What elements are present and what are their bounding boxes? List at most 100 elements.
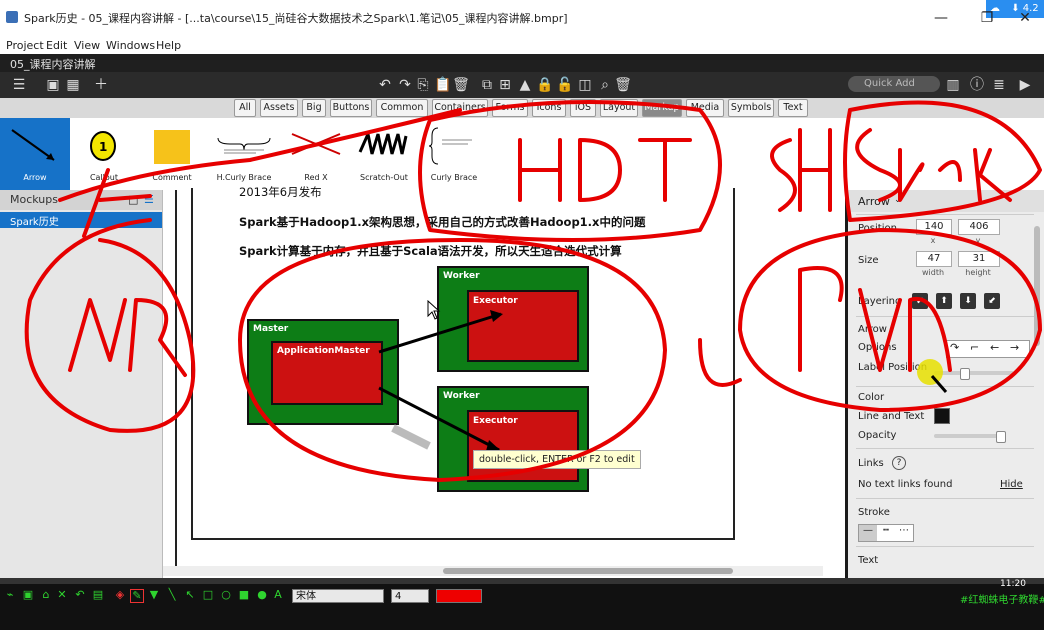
scrollbar-thumb[interactable] [443,568,733,574]
bring-forward-icon[interactable]: ⬆ [936,293,952,309]
bring-front-icon[interactable]: ▲ [516,76,534,94]
pencil-icon[interactable]: ✎ [130,589,144,603]
filled-ellipse-icon[interactable]: ● [256,589,268,601]
undo-pen-icon[interactable]: ↶ [74,589,86,601]
clear-icon[interactable]: ✕ [56,589,68,601]
filter-layout[interactable]: Layout [600,99,638,117]
opacity-knob[interactable] [996,431,1006,443]
search-icon[interactable]: ⌕ [596,76,614,94]
horizontal-scrollbar[interactable] [163,566,823,576]
label-position-slider[interactable] [934,371,1014,375]
line-color-swatch[interactable] [934,408,950,424]
hamburger-menu-icon[interactable]: ☰ [10,76,28,94]
library-item-red-x[interactable]: Red X [282,118,350,190]
arrow-tool-icon[interactable]: ↖ [184,589,196,601]
library-item-curly-brace[interactable]: Curly Brace [420,118,488,190]
markup-toggle-icon[interactable]: ◫ [576,76,594,94]
grid-view-icon[interactable]: ▦ [64,76,82,94]
height-field[interactable]: 31 [958,251,1000,267]
quick-add-input[interactable]: Quick Add [848,76,940,92]
present-icon[interactable]: ▶ [1016,76,1034,94]
home-icon[interactable]: ⌂ [40,589,52,601]
info-icon[interactable]: ⓘ [968,76,986,94]
thumbnail-view-icon[interactable]: □ [128,193,138,206]
ellipse-tool-icon[interactable]: ○ [220,589,232,601]
unlock-icon[interactable]: 🔓 [556,76,574,94]
dotted-stroke-icon[interactable]: ⋯ [895,525,913,541]
folder-icon[interactable]: ▤ [92,589,104,601]
minimize-button[interactable]: — [926,8,956,28]
single-pane-icon[interactable]: ▣ [44,76,62,94]
menu-project[interactable]: Project [6,39,44,52]
filter-markup[interactable]: Markup [642,99,682,117]
filter-big[interactable]: Big [302,99,326,117]
menu-windows[interactable]: Windows [106,39,155,52]
filter-icons[interactable]: Icons [532,99,566,117]
library-item-arrow[interactable]: Arrow [0,118,70,190]
hide-link[interactable]: Hide [1000,479,1023,490]
label-position-knob[interactable] [960,368,970,380]
filter-assets[interactable]: Assets [260,99,298,117]
curve-arrow-icon[interactable]: ↷ [950,341,959,354]
pen-color-select[interactable] [436,589,482,603]
rectangle-tool-icon[interactable]: □ [202,589,214,601]
library-item-scratch-out[interactable]: Scratch-Out [350,118,418,190]
eraser-icon[interactable]: ◈ [114,589,126,601]
control-type-name[interactable]: Arrow [858,195,890,208]
library-item-h-curly-brace[interactable]: H.Curly Brace [206,118,282,190]
line-tool-icon[interactable]: ╲ [166,589,178,601]
send-to-back-icon[interactable]: ⬋ [984,293,1000,309]
mockup-canvas[interactable]: 2013年6月发布 Spark基于Hadoop1.x架构思想，采用自己的方式改善… [163,185,845,578]
undo-icon[interactable]: ↶ [376,76,394,94]
copy-icon[interactable]: ⎘ [414,76,432,94]
pen-mode-icon[interactable]: ⌁ [4,589,16,601]
inspector-scrollbar[interactable] [1034,226,1040,346]
position-x-field[interactable]: 140 [916,219,952,235]
pen-size-select[interactable]: 4 [391,589,429,603]
list-view-icon[interactable]: ☰ [144,193,154,206]
solid-stroke-icon[interactable]: — [859,525,877,541]
paste-icon[interactable]: 📋 [434,76,452,94]
delete-icon[interactable]: 🗑 [452,76,470,94]
menu-edit[interactable]: Edit [46,39,67,52]
filter-forms[interactable]: Forms [492,99,528,117]
menu-view[interactable]: View [74,39,100,52]
redo-icon[interactable]: ↷ [396,76,414,94]
document-tab[interactable]: 05_课程内容讲解 [10,56,96,72]
bring-to-front-icon[interactable]: ⬈ [912,293,928,309]
filter-symbols[interactable]: Symbols [728,99,774,117]
add-icon[interactable]: ＋ [92,76,110,94]
position-y-field[interactable]: 406 [958,219,1000,235]
highlighter-icon[interactable]: ▼ [148,589,160,601]
layout-icon[interactable]: ▥ [944,76,962,94]
library-item-comment[interactable]: Comment [138,118,206,190]
chevron-down-icon[interactable]: ⌄ [894,195,902,205]
filled-rect-icon[interactable]: ■ [238,589,250,601]
trash-icon[interactable]: 🗑 [614,76,632,94]
list-icon[interactable]: ≣ [990,76,1008,94]
filter-buttons[interactable]: Buttons [330,99,372,117]
right-arrow-icon[interactable]: → [1010,341,1019,354]
text-tool-icon[interactable]: A [272,589,284,601]
opacity-slider[interactable] [934,434,1004,438]
left-arrow-icon[interactable]: ← [990,341,999,354]
filter-text[interactable]: Text [778,99,808,117]
filter-all[interactable]: All [234,99,256,117]
mockup-list-item[interactable]: Spark历史 [0,212,162,228]
filter-ios[interactable]: iOS [570,99,596,117]
menu-help[interactable]: Help [156,39,181,52]
group-icon[interactable]: ⧉ [478,76,496,94]
library-item-callout[interactable]: 1 Callout [70,118,138,190]
ungroup-icon[interactable]: ⊞ [496,76,514,94]
filter-containers[interactable]: Containers [432,99,488,117]
filter-media[interactable]: Media [686,99,724,117]
save-icon[interactable]: ▣ [22,589,34,601]
send-backward-icon[interactable]: ⬇ [960,293,976,309]
elbow-arrow-icon[interactable]: ⌐ [970,341,979,354]
close-button[interactable]: ✕ [1010,8,1040,28]
font-select[interactable]: 宋体 [292,589,384,603]
filter-common[interactable]: Common [376,99,428,117]
lock-icon[interactable]: 🔒 [536,76,554,94]
maximize-button[interactable]: ❐ [972,8,1002,28]
dashed-stroke-icon[interactable]: ┅ [877,525,895,541]
